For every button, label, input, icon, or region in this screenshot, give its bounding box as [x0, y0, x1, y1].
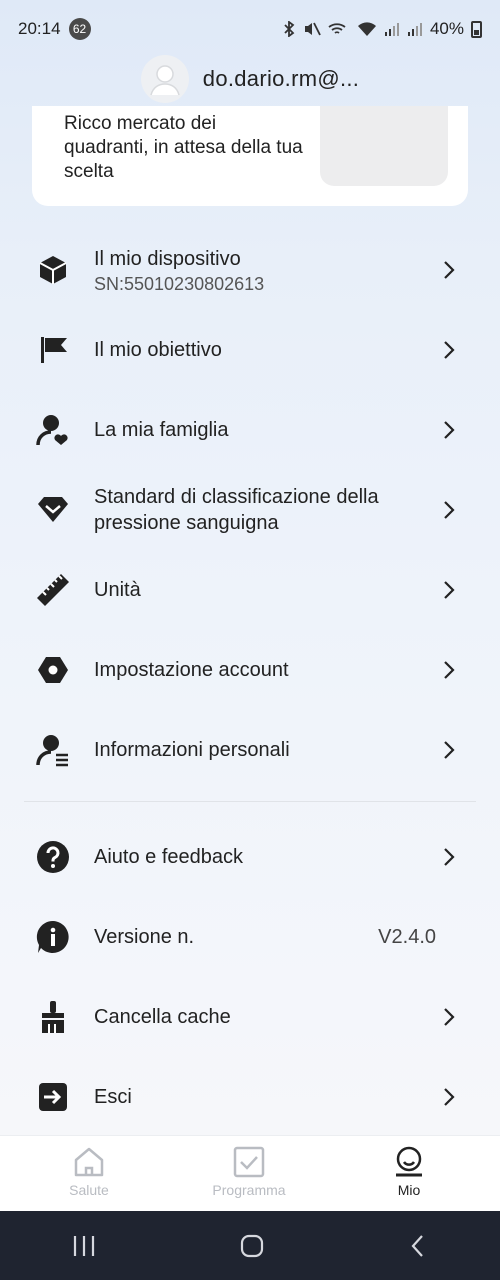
chevron-right-icon: [444, 848, 455, 866]
menu-label-clear-cache: Cancella cache: [94, 1006, 231, 1028]
menu-item-logout[interactable]: Esci: [0, 1057, 500, 1137]
family-heart-icon: [36, 413, 70, 447]
profile-face-icon: [396, 1146, 422, 1177]
tab-label-salute: Salute: [69, 1182, 109, 1198]
status-time: 20:14: [18, 19, 61, 38]
watch-face-card-text: Ricco mercato dei quadranti, in attesa d…: [64, 113, 303, 182]
signal-icon-2: [407, 23, 422, 36]
menu-label-my-device: Il mio dispositivo: [94, 247, 241, 270]
diamond-icon: [36, 493, 70, 527]
tab-salute[interactable]: Salute: [6, 1136, 172, 1212]
menu-item-help-feedback[interactable]: Aiuto e feedback: [0, 817, 500, 897]
menu-item-units[interactable]: Unità: [0, 550, 500, 630]
home-icon: [74, 1147, 104, 1177]
menu-item-my-goal[interactable]: Il mio obiettivo: [0, 310, 500, 390]
checkbox-icon: [233, 1146, 265, 1178]
wifi-call-icon: [328, 23, 346, 34]
profile-email: do.dario.rm@...: [202, 66, 360, 91]
menu-label-account-settings: Impostazione account: [94, 659, 289, 681]
flag-icon: [36, 333, 70, 367]
menu-label-units: Unità: [94, 579, 141, 601]
person-info-icon: [36, 733, 70, 767]
system-navigation-bar: [0, 1211, 500, 1280]
signal-icon: [384, 23, 399, 36]
wifi-icon: [357, 22, 376, 36]
chevron-right-icon: [444, 341, 455, 359]
notification-count-badge: 62: [68, 18, 91, 40]
tab-mio[interactable]: Mio: [326, 1136, 492, 1212]
chevron-right-icon: [444, 421, 455, 439]
menu-label-personal-info: Informazioni personali: [94, 739, 290, 761]
hexagon-settings-icon: [36, 653, 70, 687]
mute-icon: [304, 22, 321, 36]
back-icon[interactable]: [408, 1234, 428, 1258]
tab-label-programma: Programma: [212, 1182, 286, 1198]
menu-item-my-device[interactable]: Il mio dispositivo SN:55010230802613: [0, 230, 500, 310]
exit-icon: [36, 1080, 70, 1114]
menu-item-account-settings[interactable]: Impostazione account: [0, 630, 500, 710]
broom-icon: [36, 1000, 70, 1034]
chevron-right-icon: [444, 1008, 455, 1026]
tab-label-mio: Mio: [397, 1182, 421, 1198]
menu-label-my-family: La mia famiglia: [94, 419, 229, 441]
menu-label-help-feedback: Aiuto e feedback: [94, 846, 243, 868]
menu-item-my-family[interactable]: La mia famiglia: [0, 390, 500, 470]
avatar[interactable]: [140, 55, 189, 103]
chevron-right-icon: [444, 501, 455, 519]
chevron-right-icon: [444, 741, 455, 759]
ruler-icon: [36, 573, 70, 607]
watch-face-card[interactable]: Ricco mercato dei quadranti, in attesa d…: [32, 106, 468, 206]
question-icon: [36, 840, 70, 874]
chevron-right-icon: [444, 261, 455, 279]
device-serial-number: SN:55010230802613: [94, 273, 265, 294]
tab-programma[interactable]: Programma: [166, 1136, 332, 1212]
battery-percent: 40%: [429, 19, 464, 38]
menu-label-logout: Esci: [94, 1086, 132, 1108]
bluetooth-icon: [284, 21, 295, 37]
cube-icon: [36, 253, 70, 287]
watch-face-thumbnail: [320, 106, 448, 186]
recent-apps-icon[interactable]: [72, 1235, 96, 1257]
menu-item-personal-info[interactable]: Informazioni personali: [0, 710, 500, 790]
battery-icon: [471, 20, 482, 38]
menu-item-bp-standard[interactable]: Standard di classificazione della pressi…: [0, 470, 500, 550]
chevron-right-icon: [444, 661, 455, 679]
bottom-nav: Salute Programma Mio: [0, 1135, 500, 1211]
info-icon: [36, 920, 70, 954]
home-button-icon[interactable]: [240, 1234, 264, 1258]
profile-header[interactable]: do.dario.rm@...: [0, 54, 500, 104]
version-value: V2.4.0: [378, 925, 436, 948]
chevron-right-icon: [444, 581, 455, 599]
status-icons: 40%: [282, 19, 482, 39]
menu-item-version: Versione n. V2.4.0: [0, 897, 500, 977]
status-bar: 20:14 62 40%: [0, 0, 500, 58]
chevron-right-icon: [444, 1088, 455, 1106]
menu-label-bp-standard: Standard di classificazione della pressi…: [94, 486, 379, 534]
avatar-person-icon: [150, 65, 180, 96]
menu-label-my-goal: Il mio obiettivo: [94, 339, 222, 361]
section-divider: [24, 801, 476, 802]
menu-item-clear-cache[interactable]: Cancella cache: [0, 977, 500, 1057]
